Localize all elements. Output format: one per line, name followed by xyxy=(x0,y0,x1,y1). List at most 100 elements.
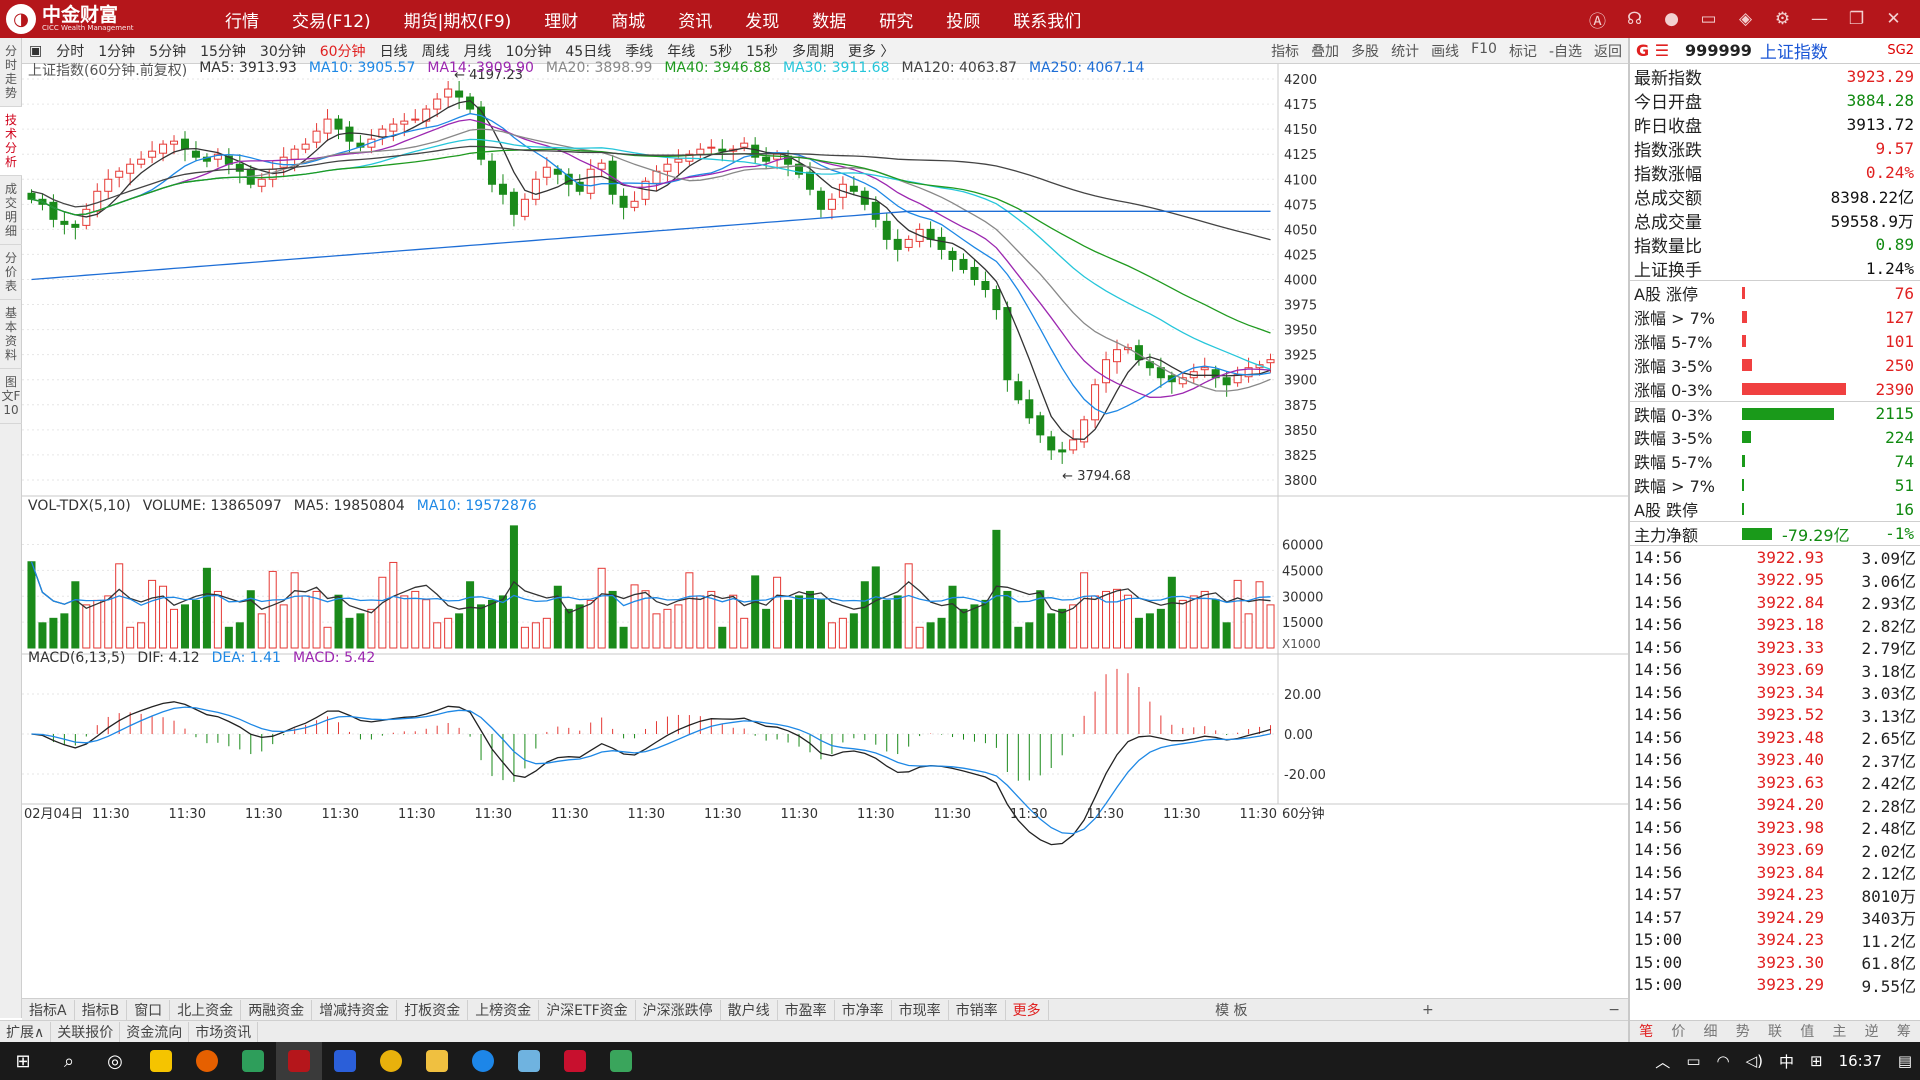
clock[interactable]: 16:37 xyxy=(1839,1052,1882,1070)
tool-7[interactable]: -自选 xyxy=(1549,41,1582,61)
ai-icon[interactable]: Ⓐ xyxy=(1579,7,1616,32)
ext-tab-0[interactable]: 扩展∧ xyxy=(0,1021,52,1042)
tool-4[interactable]: 画线 xyxy=(1431,41,1459,61)
battery-icon[interactable]: ▭ xyxy=(1686,1052,1700,1070)
app-yellow-icon[interactable] xyxy=(138,1042,184,1080)
period-4[interactable]: 30分钟 xyxy=(260,41,306,61)
quote-tab-1[interactable]: 价 xyxy=(1662,1021,1694,1042)
period-12[interactable]: 年线 xyxy=(667,41,695,61)
firefox-icon[interactable] xyxy=(184,1042,230,1080)
stock-name[interactable]: 上证指数 xyxy=(1760,38,1828,63)
restore-icon[interactable]: ❐ xyxy=(1838,9,1875,29)
wifi-icon[interactable]: ◠ xyxy=(1717,1052,1730,1070)
app-note-icon[interactable] xyxy=(506,1042,552,1080)
app-green-icon[interactable] xyxy=(230,1042,276,1080)
period-8[interactable]: 月线 xyxy=(464,41,492,61)
tray-expand-icon[interactable]: ︿ xyxy=(1655,1051,1670,1072)
period-11[interactable]: 季线 xyxy=(625,41,653,61)
layout-toggle-icon[interactable]: ▣ xyxy=(29,43,42,59)
period-3[interactable]: 15分钟 xyxy=(200,41,246,61)
indicator-tab-1[interactable]: 指标B xyxy=(75,999,128,1020)
cube-icon[interactable]: ◈ xyxy=(1727,9,1764,29)
period-13[interactable]: 5秒 xyxy=(709,41,732,61)
search-icon[interactable]: ⌕ xyxy=(46,1042,92,1080)
tool-8[interactable]: 返回 xyxy=(1594,41,1622,61)
left-tab-0[interactable]: 分时走势 xyxy=(0,38,22,107)
indicator-tab-13[interactable]: 市现率 xyxy=(892,999,949,1020)
menu-item-6[interactable]: 发现 xyxy=(745,7,779,32)
indicator-tab-0[interactable]: 指标A xyxy=(22,999,75,1020)
indicator-tab-9[interactable]: 沪深涨跌停 xyxy=(636,999,721,1020)
menu-item-10[interactable]: 联系我们 xyxy=(1013,7,1081,32)
cicc-app-icon[interactable] xyxy=(276,1042,322,1080)
quote-tab-3[interactable]: 势 xyxy=(1727,1021,1759,1042)
headset-icon[interactable]: ☊ xyxy=(1616,9,1653,29)
file-explorer-icon[interactable] xyxy=(414,1042,460,1080)
left-tab-5[interactable]: 图文F10 xyxy=(0,369,22,424)
screen-icon[interactable]: ▭ xyxy=(1690,9,1727,29)
indicator-tab-15[interactable]: 更多 xyxy=(1006,999,1049,1020)
menu-item-3[interactable]: 理财 xyxy=(544,7,578,32)
indicator-tab-10[interactable]: 散户线 xyxy=(721,999,778,1020)
period-7[interactable]: 周线 xyxy=(422,41,450,61)
zoom-out-button[interactable]: − xyxy=(1600,1002,1628,1018)
menu-item-0[interactable]: 行情 xyxy=(225,7,259,32)
indicator-tab-8[interactable]: 沪深ETF资金 xyxy=(539,999,636,1020)
minimize-icon[interactable]: — xyxy=(1801,9,1838,29)
group-icon[interactable]: G ☰ xyxy=(1636,41,1669,60)
indicator-tab-3[interactable]: 北上资金 xyxy=(170,999,242,1020)
period-15[interactable]: 多周期 xyxy=(792,41,834,61)
menu-item-9[interactable]: 投顾 xyxy=(946,7,980,32)
chrome-icon[interactable] xyxy=(368,1042,414,1080)
app-blue-icon[interactable] xyxy=(322,1042,368,1080)
period-5[interactable]: 60分钟 xyxy=(320,41,366,61)
notification-icon[interactable]: ▤ xyxy=(1898,1052,1912,1070)
quote-tab-6[interactable]: 主 xyxy=(1823,1021,1855,1042)
close-icon[interactable]: ✕ xyxy=(1875,9,1912,29)
tool-3[interactable]: 统计 xyxy=(1391,41,1419,61)
app-wps-icon[interactable] xyxy=(552,1042,598,1080)
period-16[interactable]: 更多 〉 xyxy=(848,41,894,61)
indicator-tab-7[interactable]: 上榜资金 xyxy=(468,999,540,1020)
tool-2[interactable]: 多股 xyxy=(1351,41,1379,61)
tool-1[interactable]: 叠加 xyxy=(1311,41,1339,61)
period-2[interactable]: 5分钟 xyxy=(149,41,186,61)
volume-icon[interactable]: ◁) xyxy=(1746,1052,1763,1070)
period-14[interactable]: 15秒 xyxy=(746,41,778,61)
menu-item-2[interactable]: 期货|期权(F9) xyxy=(404,7,512,32)
menu-item-5[interactable]: 资讯 xyxy=(678,7,712,32)
quote-tab-8[interactable]: 筹 xyxy=(1888,1021,1920,1042)
tool-0[interactable]: 指标 xyxy=(1271,41,1299,61)
ime-indicator[interactable]: 中 xyxy=(1779,1051,1794,1072)
menu-item-7[interactable]: 数据 xyxy=(812,7,846,32)
period-9[interactable]: 10分钟 xyxy=(506,41,552,61)
windows-start-icon[interactable]: ⊞ xyxy=(0,1042,46,1080)
period-0[interactable]: 分时 xyxy=(56,41,84,61)
template-mode-button[interactable]: 模 板 xyxy=(1207,1000,1255,1020)
indicator-tab-2[interactable]: 窗口 xyxy=(127,999,171,1020)
kline-chart[interactable]: 上证指数(60分钟.前复权) MA5: 3913.93 MA10: 3905.5… xyxy=(22,60,1628,1004)
indicator-tab-12[interactable]: 市净率 xyxy=(835,999,892,1020)
left-tab-2[interactable]: 成交明细 xyxy=(0,176,22,245)
user-icon[interactable]: ● xyxy=(1653,9,1690,29)
quote-tab-0[interactable]: 笔 xyxy=(1630,1021,1662,1042)
quote-tab-5[interactable]: 值 xyxy=(1791,1021,1823,1042)
left-tab-3[interactable]: 分价表 xyxy=(0,245,22,300)
ime-mode-icon[interactable]: ⊞ xyxy=(1810,1052,1823,1070)
left-tab-1[interactable]: 技术分析 xyxy=(0,107,22,176)
ext-tab-3[interactable]: 市场资讯 xyxy=(189,1021,259,1042)
menu-item-1[interactable]: 交易(F12) xyxy=(292,7,371,32)
gear-icon[interactable]: ⚙ xyxy=(1764,9,1801,29)
indicator-tab-4[interactable]: 两融资金 xyxy=(241,999,313,1020)
zoom-in-button[interactable]: + xyxy=(1414,1002,1442,1018)
task-view-icon[interactable]: ◎ xyxy=(92,1042,138,1080)
menu-item-4[interactable]: 商城 xyxy=(611,7,645,32)
quote-tab-7[interactable]: 逆 xyxy=(1856,1021,1888,1042)
quote-tab-4[interactable]: 联 xyxy=(1759,1021,1791,1042)
quote-tab-2[interactable]: 细 xyxy=(1694,1021,1726,1042)
indicator-tab-11[interactable]: 市盈率 xyxy=(778,999,835,1020)
ext-tab-2[interactable]: 资金流向 xyxy=(120,1021,190,1042)
app-q-icon[interactable] xyxy=(460,1042,506,1080)
period-6[interactable]: 日线 xyxy=(380,41,408,61)
period-10[interactable]: 45日线 xyxy=(565,41,611,61)
